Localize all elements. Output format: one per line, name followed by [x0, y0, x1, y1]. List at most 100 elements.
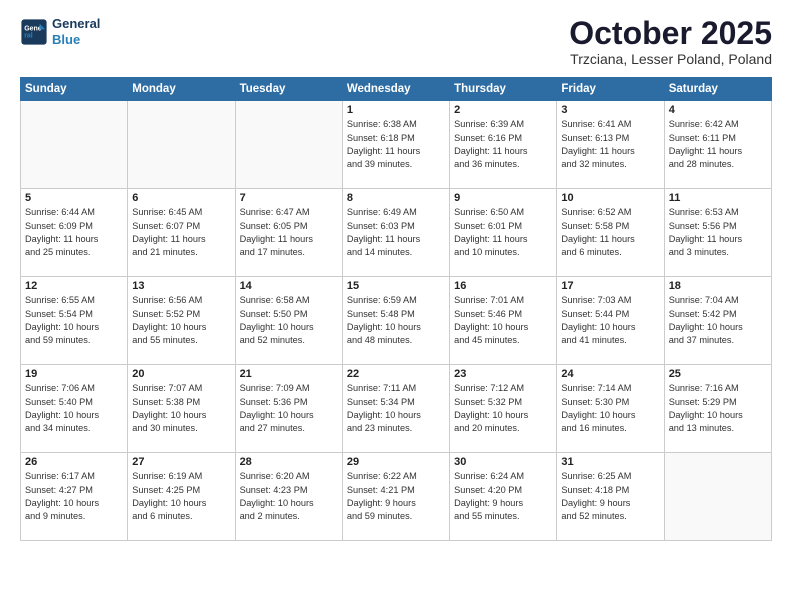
header: Gene- ral General Blue October 2025 Trzc…: [20, 16, 772, 67]
calendar-cell: 28Sunrise: 6:20 AM Sunset: 4:23 PM Dayli…: [235, 453, 342, 541]
calendar-cell: 3Sunrise: 6:41 AM Sunset: 6:13 PM Daylig…: [557, 101, 664, 189]
calendar-cell: 11 Sunrise: 6:53 AM Sunset: 5:56 PM Dayli…: [664, 189, 771, 277]
calendar-table: SundayMondayTuesdayWednesdayThursdayFrid…: [20, 77, 772, 541]
calendar-cell: 14 Sunrise: 6:58 AM Sunset: 5:50 PM Dayli…: [235, 277, 342, 365]
day-number: 13: [132, 280, 230, 292]
day-info: Sunrise: 6:44 AM Sunset: 6:09 PM Dayligh…: [25, 206, 123, 259]
day-number: 5: [25, 192, 123, 204]
calendar-cell: 22Sunrise: 7:11 AM Sunset: 5:34 PM Dayli…: [342, 365, 449, 453]
week-row-3: 12Sunrise: 6:55 AM Sunset: 5:54 PM Dayli…: [21, 277, 772, 365]
calendar-cell: 20 Sunrise: 7:07 AM Sunset: 5:38 PM Dayli…: [128, 365, 235, 453]
day-number: 6: [132, 192, 230, 204]
day-info: Sunrise: 6:38 AM Sunset: 6:18 PM Dayligh…: [347, 118, 445, 171]
day-number: 29: [347, 456, 445, 468]
day-info: Sunrise: 6:58 AM Sunset: 5:50 PM Dayligh…: [240, 294, 338, 347]
day-info: Sunrise: 6:19 AM Sunset: 4:25 PM Dayligh…: [132, 470, 230, 523]
calendar-cell: 15 Sunrise: 6:59 AM Sunset: 5:48 PM Dayli…: [342, 277, 449, 365]
day-number: 30: [454, 456, 552, 468]
calendar-cell: [21, 101, 128, 189]
day-number: 1: [347, 104, 445, 116]
day-number: 2: [454, 104, 552, 116]
day-number: 7: [240, 192, 338, 204]
location-subtitle: Trzciana, Lesser Poland, Poland: [569, 51, 772, 67]
week-row-4: 19 Sunrise: 7:06 AM Sunset: 5:40 PM Dayli…: [21, 365, 772, 453]
day-number: 22: [347, 368, 445, 380]
day-header-tuesday: Tuesday: [235, 78, 342, 101]
calendar-cell: 18 Sunrise: 7:04 AM Sunset: 5:42 PM Dayli…: [664, 277, 771, 365]
day-header-sunday: Sunday: [21, 78, 128, 101]
day-header-saturday: Saturday: [664, 78, 771, 101]
day-number: 18: [669, 280, 767, 292]
svg-text:ral: ral: [24, 32, 33, 39]
calendar-cell: 7 Sunrise: 6:47 AM Sunset: 6:05 PM Daylig…: [235, 189, 342, 277]
day-number: 27: [132, 456, 230, 468]
day-number: 31: [561, 456, 659, 468]
day-header-thursday: Thursday: [450, 78, 557, 101]
day-number: 4: [669, 104, 767, 116]
day-info: Sunrise: 7:06 AM Sunset: 5:40 PM Dayligh…: [25, 382, 123, 435]
day-info: Sunrise: 7:07 AM Sunset: 5:38 PM Dayligh…: [132, 382, 230, 435]
calendar-cell: 8 Sunrise: 6:49 AM Sunset: 6:03 PM Daylig…: [342, 189, 449, 277]
calendar-cell: 16 Sunrise: 7:01 AM Sunset: 5:46 PM Dayli…: [450, 277, 557, 365]
day-info: Sunrise: 6:56 AM Sunset: 5:52 PM Dayligh…: [132, 294, 230, 347]
day-info: Sunrise: 7:16 AM Sunset: 5:29 PM Dayligh…: [669, 382, 767, 435]
day-info: Sunrise: 6:55 AM Sunset: 5:54 PM Dayligh…: [25, 294, 123, 347]
day-number: 14: [240, 280, 338, 292]
day-number: 10: [561, 192, 659, 204]
day-info: Sunrise: 6:24 AM Sunset: 4:20 PM Dayligh…: [454, 470, 552, 523]
day-number: 15: [347, 280, 445, 292]
day-info: Sunrise: 7:04 AM Sunset: 5:42 PM Dayligh…: [669, 294, 767, 347]
week-row-5: 26Sunrise: 6:17 AM Sunset: 4:27 PM Dayli…: [21, 453, 772, 541]
calendar-cell: [128, 101, 235, 189]
calendar-cell: 9Sunrise: 6:50 AM Sunset: 6:01 PM Daylig…: [450, 189, 557, 277]
calendar-cell: [235, 101, 342, 189]
logo-text: General Blue: [52, 16, 100, 47]
day-header-monday: Monday: [128, 78, 235, 101]
day-info: Sunrise: 6:52 AM Sunset: 5:58 PM Dayligh…: [561, 206, 659, 259]
calendar-cell: 5 Sunrise: 6:44 AM Sunset: 6:09 PM Daylig…: [21, 189, 128, 277]
day-number: 19: [25, 368, 123, 380]
day-info: Sunrise: 6:22 AM Sunset: 4:21 PM Dayligh…: [347, 470, 445, 523]
month-title: October 2025: [569, 16, 772, 51]
calendar-cell: 31 Sunrise: 6:25 AM Sunset: 4:18 PM Dayli…: [557, 453, 664, 541]
day-number: 20: [132, 368, 230, 380]
calendar-cell: 23Sunrise: 7:12 AM Sunset: 5:32 PM Dayli…: [450, 365, 557, 453]
week-row-2: 5 Sunrise: 6:44 AM Sunset: 6:09 PM Daylig…: [21, 189, 772, 277]
calendar-cell: 27 Sunrise: 6:19 AM Sunset: 4:25 PM Dayli…: [128, 453, 235, 541]
calendar-cell: 1 Sunrise: 6:38 AM Sunset: 6:18 PM Daylig…: [342, 101, 449, 189]
logo: Gene- ral General Blue: [20, 16, 100, 47]
week-row-1: 1 Sunrise: 6:38 AM Sunset: 6:18 PM Daylig…: [21, 101, 772, 189]
day-number: 16: [454, 280, 552, 292]
day-info: Sunrise: 6:50 AM Sunset: 6:01 PM Dayligh…: [454, 206, 552, 259]
calendar-cell: 19 Sunrise: 7:06 AM Sunset: 5:40 PM Dayli…: [21, 365, 128, 453]
day-number: 25: [669, 368, 767, 380]
day-number: 8: [347, 192, 445, 204]
day-info: Sunrise: 6:49 AM Sunset: 6:03 PM Dayligh…: [347, 206, 445, 259]
calendar-cell: 24Sunrise: 7:14 AM Sunset: 5:30 PM Dayli…: [557, 365, 664, 453]
calendar-cell: 25 Sunrise: 7:16 AM Sunset: 5:29 PM Dayli…: [664, 365, 771, 453]
day-number: 3: [561, 104, 659, 116]
day-info: Sunrise: 6:42 AM Sunset: 6:11 PM Dayligh…: [669, 118, 767, 171]
day-header-friday: Friday: [557, 78, 664, 101]
calendar-cell: [664, 453, 771, 541]
day-header-wednesday: Wednesday: [342, 78, 449, 101]
day-info: Sunrise: 7:01 AM Sunset: 5:46 PM Dayligh…: [454, 294, 552, 347]
day-info: Sunrise: 7:14 AM Sunset: 5:30 PM Dayligh…: [561, 382, 659, 435]
calendar-cell: 30 Sunrise: 6:24 AM Sunset: 4:20 PM Dayli…: [450, 453, 557, 541]
day-info: Sunrise: 6:53 AM Sunset: 5:56 PM Dayligh…: [669, 206, 767, 259]
calendar-cell: 10 Sunrise: 6:52 AM Sunset: 5:58 PM Dayli…: [557, 189, 664, 277]
day-info: Sunrise: 6:25 AM Sunset: 4:18 PM Dayligh…: [561, 470, 659, 523]
title-block: October 2025 Trzciana, Lesser Poland, Po…: [569, 16, 772, 67]
day-number: 11: [669, 192, 767, 204]
header-row: SundayMondayTuesdayWednesdayThursdayFrid…: [21, 78, 772, 101]
day-info: Sunrise: 6:47 AM Sunset: 6:05 PM Dayligh…: [240, 206, 338, 259]
day-number: 17: [561, 280, 659, 292]
calendar-cell: 17Sunrise: 7:03 AM Sunset: 5:44 PM Dayli…: [557, 277, 664, 365]
logo-icon: Gene- ral: [20, 18, 48, 46]
calendar-cell: 29 Sunrise: 6:22 AM Sunset: 4:21 PM Dayli…: [342, 453, 449, 541]
calendar-cell: 21Sunrise: 7:09 AM Sunset: 5:36 PM Dayli…: [235, 365, 342, 453]
calendar-cell: 6Sunrise: 6:45 AM Sunset: 6:07 PM Daylig…: [128, 189, 235, 277]
calendar-cell: 26Sunrise: 6:17 AM Sunset: 4:27 PM Dayli…: [21, 453, 128, 541]
day-info: Sunrise: 6:59 AM Sunset: 5:48 PM Dayligh…: [347, 294, 445, 347]
day-info: Sunrise: 6:20 AM Sunset: 4:23 PM Dayligh…: [240, 470, 338, 523]
